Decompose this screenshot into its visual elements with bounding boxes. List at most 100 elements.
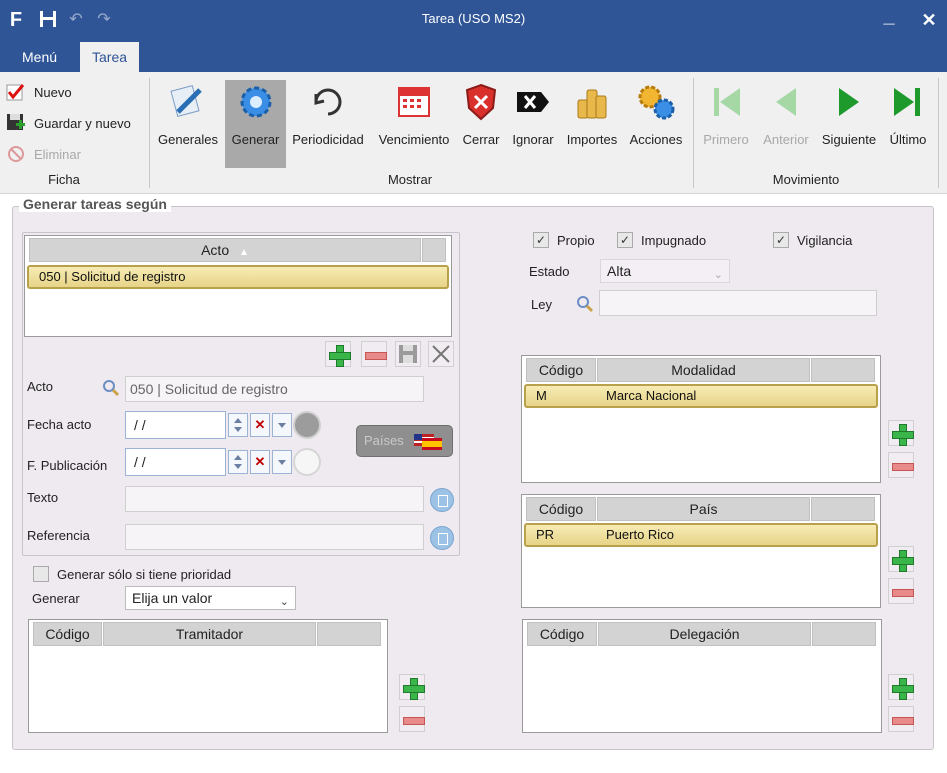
minimize-icon[interactable]: _ [879, 6, 899, 26]
tab-menu[interactable]: Menú [10, 42, 69, 72]
vigilancia-checkbox[interactable]: ✓ [773, 232, 789, 248]
remove-delegacion-button[interactable] [888, 706, 914, 732]
first-icon [714, 88, 740, 116]
plus-icon [403, 678, 425, 700]
add-modalidad-button[interactable] [888, 420, 914, 446]
guardar-y-nuevo-button[interactable]: Guardar y nuevo [6, 111, 131, 135]
grid-header-tramitador[interactable]: Tramitador [103, 622, 316, 646]
delegacion-grid: Código Delegación [522, 619, 882, 733]
minus-icon [892, 456, 914, 476]
table-row[interactable]: PR Puerto Rico [524, 523, 878, 547]
impugnado-label: Impugnado [641, 233, 707, 248]
fecha-acto-dropdown-button[interactable] [272, 413, 292, 437]
periodicidad-button[interactable]: Periodicidad [288, 80, 368, 168]
nuevo-button[interactable]: Nuevo [6, 80, 72, 104]
add-pais-button[interactable] [888, 546, 914, 572]
grid-header-blank [422, 238, 446, 262]
grid-header-blank [317, 622, 381, 646]
grid-header-modalidad[interactable]: Modalidad [597, 358, 810, 382]
add-acto-button[interactable] [325, 341, 351, 367]
grid-header-codigo[interactable]: Código [526, 358, 596, 382]
ley-field[interactable] [599, 290, 877, 316]
refresh-icon [314, 88, 342, 116]
acto-field[interactable]: 050 | Solicitud de registro [125, 376, 424, 402]
prioridad-label: Generar sólo si tiene prioridad [57, 567, 232, 582]
anterior-button[interactable]: Anterior [758, 80, 814, 168]
remove-modalidad-button[interactable] [888, 452, 914, 478]
save-new-icon [6, 113, 26, 133]
gears-icon [638, 85, 675, 120]
impugnado-checkbox[interactable]: ✓ [617, 232, 633, 248]
remove-acto-button[interactable] [361, 341, 387, 367]
table-row[interactable]: M Marca Nacional [524, 384, 878, 408]
prioridad-checkbox[interactable] [33, 566, 49, 582]
coins-icon [577, 89, 607, 119]
search-icon[interactable] [102, 379, 120, 397]
panel-title: Generar tareas según [19, 196, 171, 212]
estado-select[interactable]: Alta ⌄ [600, 259, 730, 283]
texto-field[interactable] [125, 486, 424, 512]
modalidad-grid: Código Modalidad M Marca Nacional [521, 355, 881, 483]
close-icon[interactable]: ✕ [919, 10, 939, 30]
texto-editor-icon[interactable] [430, 488, 454, 512]
referencia-editor-icon[interactable] [430, 526, 454, 550]
remove-pais-button[interactable] [888, 578, 914, 604]
table-row[interactable]: 050 | Solicitud de registro [27, 265, 449, 289]
grid-header-pais[interactable]: País [597, 497, 810, 521]
save-acto-button[interactable] [395, 341, 421, 367]
f-publicacion-dropdown-button[interactable] [272, 450, 292, 474]
ribbon-separator [938, 78, 939, 188]
grid-header-delegacion[interactable]: Delegación [598, 622, 811, 646]
f-publicacion-field[interactable]: / / [125, 448, 226, 476]
vencimiento-button[interactable]: Vencimiento [373, 80, 455, 168]
grid-header-codigo[interactable]: Código [33, 622, 102, 646]
generar-select[interactable]: Elija un valor ⌄ [125, 586, 296, 610]
chevron-down-icon: ⌄ [279, 596, 289, 608]
fecha-acto-spinner[interactable] [228, 413, 248, 437]
ultimo-button[interactable]: Último [884, 80, 932, 168]
generar-button[interactable]: Generar [225, 80, 286, 168]
remove-tramitador-button[interactable] [399, 706, 425, 732]
grid-header-codigo[interactable]: Código [527, 622, 597, 646]
add-delegacion-button[interactable] [888, 674, 914, 700]
fecha-acto-indicator[interactable] [293, 411, 321, 439]
paises-button[interactable]: Países [356, 425, 453, 457]
siguiente-button[interactable]: Siguiente [818, 80, 880, 168]
importes-button[interactable]: Importes [562, 80, 622, 168]
menu-tab-bar: Menú Tarea [0, 40, 947, 72]
referencia-field[interactable] [125, 524, 424, 550]
add-tramitador-button[interactable] [399, 674, 425, 700]
cerrar-button[interactable]: Cerrar [459, 80, 503, 168]
acto-grid: Acto ▲ 050 | Solicitud de registro [24, 235, 452, 337]
ignorar-button[interactable]: Ignorar [507, 80, 559, 168]
eliminar-button[interactable]: Eliminar [6, 142, 81, 166]
pais-grid: Código País PR Puerto Rico [521, 494, 881, 608]
ribbon-separator [149, 78, 150, 188]
tramitador-grid: Código Tramitador [28, 619, 388, 733]
primero-button[interactable]: Primero [699, 80, 753, 168]
grid-header-blank [812, 622, 876, 646]
grid-header-codigo[interactable]: Código [526, 497, 596, 521]
next-icon [839, 88, 859, 116]
acciones-button[interactable]: Acciones [626, 80, 686, 168]
group-label-ficha: Ficha [48, 172, 80, 187]
group-label-mostrar: Mostrar [387, 172, 433, 187]
ribbon-separator [693, 78, 694, 188]
fecha-acto-field[interactable]: / / [125, 411, 226, 439]
cancel-acto-button[interactable] [428, 341, 454, 367]
sort-ascending-icon: ▲ [239, 247, 249, 258]
propio-checkbox[interactable]: ✓ [533, 232, 549, 248]
previous-icon [776, 88, 796, 116]
search-icon[interactable] [576, 295, 594, 313]
ribbon: Nuevo Guardar y nuevo Eliminar Ficha Gen… [0, 72, 947, 194]
f-publicacion-clear-button[interactable]: ✕ [250, 450, 270, 474]
plus-icon [892, 550, 914, 572]
generales-button[interactable]: Generales [155, 80, 221, 168]
f-publicacion-indicator[interactable] [293, 448, 321, 476]
save-icon [399, 345, 417, 363]
fecha-acto-clear-button[interactable]: ✕ [250, 413, 270, 437]
tab-tarea[interactable]: Tarea [80, 42, 140, 72]
grid-header-blank [811, 497, 875, 521]
grid-header-acto[interactable]: Acto ▲ [29, 238, 421, 262]
f-publicacion-spinner[interactable] [228, 450, 248, 474]
